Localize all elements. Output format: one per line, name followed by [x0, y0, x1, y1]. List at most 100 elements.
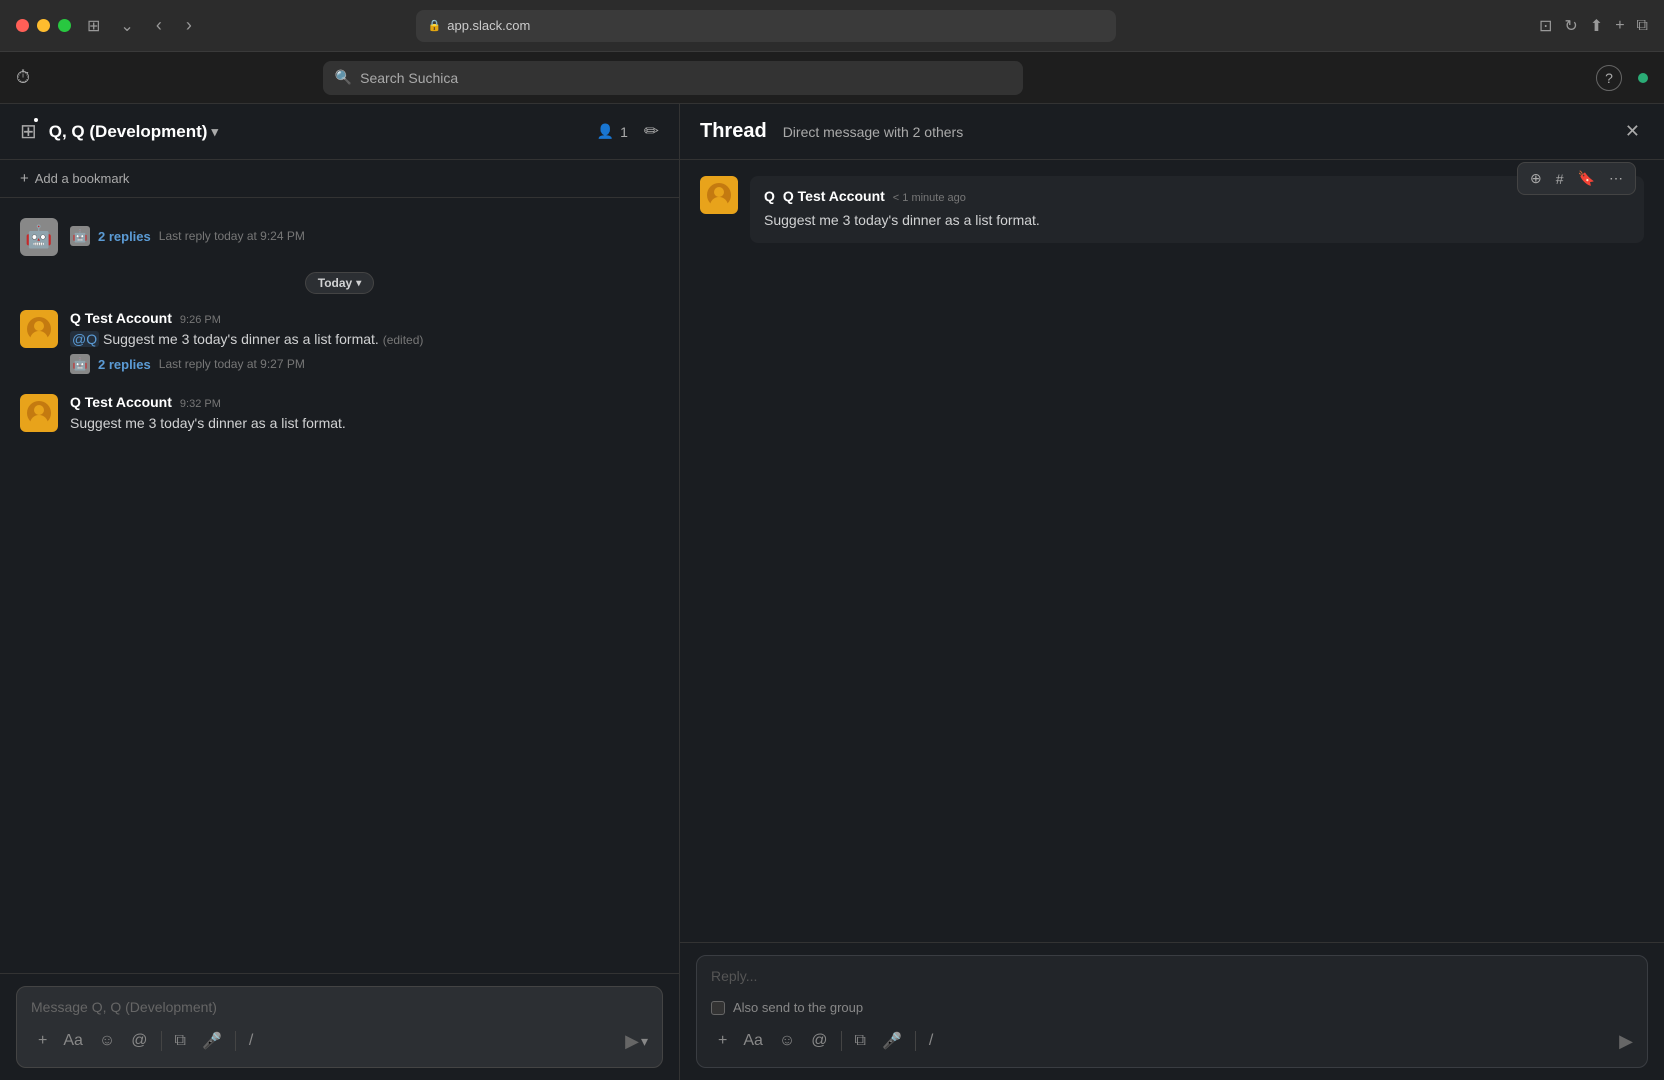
chevron-down-button[interactable]: ⌄	[116, 12, 137, 40]
message-text-1: @Q Suggest me 3 today's dinner as a list…	[70, 329, 659, 350]
message-content-2: Q Test Account 9:32 PM Suggest me 3 toda…	[70, 394, 659, 434]
history-icon[interactable]: ⏱	[16, 67, 30, 88]
thread-message-time: < 1 minute ago	[893, 192, 966, 204]
reply-emoji-button[interactable]: ☺	[772, 1028, 802, 1054]
search-placeholder: Search Suchica	[360, 70, 458, 86]
lock-icon: 🔒	[428, 19, 442, 32]
mention-button[interactable]: @	[124, 1028, 154, 1054]
reply-also-send-row: Also send to the group	[711, 1000, 1633, 1015]
robot-avatar: 🤖	[20, 218, 58, 256]
reply-count-1[interactable]: 2 replies	[98, 357, 151, 372]
edit-button[interactable]: ✏	[644, 121, 659, 142]
also-send-checkbox[interactable]	[711, 1001, 725, 1015]
thread-message-1: ⊕ # 🔖 ⋯ Q Q Test Account < 1 minute ago …	[700, 176, 1644, 243]
reply-toolbar: + Aa ☺ @ ⧉ 🎤 / ▶	[711, 1027, 1633, 1055]
member-count: 1	[620, 124, 628, 140]
share-button[interactable]: ⬆	[1590, 16, 1603, 36]
online-status-indicator	[1638, 73, 1648, 83]
date-chevron-icon: ▾	[356, 278, 361, 289]
screen-share-button[interactable]: ⊡	[1539, 16, 1552, 36]
message-input-area: Message Q, Q (Development) + Aa ☺ @ ⧉ 🎤 …	[0, 973, 679, 1080]
replies-row-1: 🤖 2 replies Last reply today at 9:27 PM	[70, 354, 659, 374]
member-count-button[interactable]: 👤 1	[597, 123, 628, 140]
video-button[interactable]: ⧉	[168, 1028, 193, 1054]
message-author-1: Q Test Account	[70, 310, 172, 326]
replies-row: 🤖 2 replies Last reply today at 9:24 PM	[70, 226, 659, 246]
tabs-button[interactable]: ⧉	[1637, 17, 1648, 35]
message-meta-2: Q Test Account 9:32 PM	[70, 394, 659, 410]
reply-toolbar-divider-2	[915, 1031, 916, 1051]
date-badge[interactable]: Today ▾	[305, 272, 374, 294]
reply-placeholder[interactable]: Reply...	[711, 968, 1633, 984]
slash-button[interactable]: /	[242, 1028, 260, 1054]
channel-chevron-icon: ▾	[211, 124, 218, 140]
message-body-1: Suggest me 3 today's dinner as a list fo…	[99, 331, 379, 347]
titlebar-right: ⊡ ↻ ⬆ + ⧉	[1539, 16, 1648, 36]
more-actions-button[interactable]: ⋯	[1603, 167, 1629, 190]
message-time-1: 9:26 PM	[180, 314, 221, 326]
reply-avatar: 🤖	[70, 226, 90, 246]
reply-plus-button[interactable]: +	[711, 1028, 734, 1054]
message-text-2: Suggest me 3 today's dinner as a list fo…	[70, 413, 659, 434]
send-button[interactable]: ▶	[625, 1031, 639, 1052]
message-input-placeholder[interactable]: Message Q, Q (Development)	[31, 999, 648, 1015]
input-toolbar: + Aa ☺ @ ⧉ 🎤 / ▶ ▾	[31, 1027, 648, 1055]
thread-title: Thread	[700, 120, 767, 143]
add-reaction-button[interactable]: ⊕	[1524, 167, 1548, 190]
reply-mention-button[interactable]: @	[804, 1028, 834, 1054]
reply-avatar-1: 🤖	[70, 354, 90, 374]
new-tab-button[interactable]: +	[1615, 17, 1624, 35]
message-time-2: 9:32 PM	[180, 398, 221, 410]
slack-toolbar-right: ?	[1596, 65, 1648, 91]
date-divider: Today ▾	[20, 272, 659, 294]
thread-message-meta: Q Q Test Account < 1 minute ago	[764, 188, 1630, 204]
plus-button[interactable]: +	[31, 1028, 54, 1054]
reply-mic-button[interactable]: 🎤	[875, 1027, 909, 1055]
thread-reply-box[interactable]: Reply... Also send to the group + Aa ☺ @…	[696, 955, 1648, 1068]
bookmark-message-button[interactable]: 🔖	[1572, 167, 1601, 190]
toolbar-divider-1	[161, 1031, 162, 1051]
address-bar[interactable]: 🔒 app.slack.com	[416, 10, 1116, 42]
reply-count[interactable]: 2 replies	[98, 229, 151, 244]
mac-titlebar: ⊞ ⌄ ‹ › 🔒 app.slack.com ⊡ ↻ ⬆ + ⧉	[0, 0, 1664, 52]
reply-send-button[interactable]: ▶	[1619, 1031, 1633, 1052]
format-button[interactable]: Aa	[56, 1028, 90, 1054]
message-author-2: Q Test Account	[70, 394, 172, 410]
back-button[interactable]: ‹	[150, 11, 168, 40]
reply-video-button[interactable]: ⧉	[848, 1028, 873, 1054]
close-thread-button[interactable]: ✕	[1621, 117, 1644, 146]
thread-message-author-2: Q Test Account	[783, 188, 885, 204]
close-window-button[interactable]	[16, 19, 29, 32]
thread-subtitle: Direct message with 2 others	[783, 124, 1605, 140]
sidebar-icon: ⊞	[20, 119, 37, 144]
thread-panel: Thread Direct message with 2 others ✕ ⊕ …	[680, 104, 1664, 1080]
message-body-2: Suggest me 3 today's dinner as a list fo…	[70, 415, 346, 431]
reply-toolbar-divider-1	[841, 1031, 842, 1051]
refresh-button[interactable]: ↻	[1564, 16, 1577, 36]
channel-title[interactable]: Q, Q (Development) ▾	[49, 122, 218, 142]
mic-button[interactable]: 🎤	[195, 1027, 229, 1055]
search-icon: 🔍	[335, 69, 352, 86]
bookmark-label[interactable]: Add a bookmark	[35, 171, 130, 186]
help-button[interactable]: ?	[1596, 65, 1622, 91]
maximize-window-button[interactable]	[58, 19, 71, 32]
reply-time-1: Last reply today at 9:27 PM	[159, 357, 305, 371]
reply-slash-button[interactable]: /	[922, 1028, 940, 1054]
minimize-window-button[interactable]	[37, 19, 50, 32]
messages-area: 🤖 🤖 2 replies Last reply today at 9:24 P…	[0, 198, 679, 973]
thread-messages: ⊕ # 🔖 ⋯ Q Q Test Account < 1 minute ago …	[680, 160, 1664, 942]
reply-format-button[interactable]: Aa	[736, 1028, 770, 1054]
sidebar-toggle-button[interactable]: ⊞	[83, 12, 104, 40]
add-hashtag-button[interactable]: #	[1550, 168, 1570, 190]
avatar-person-icon-2	[27, 401, 51, 425]
forward-button[interactable]: ›	[180, 11, 198, 40]
search-bar[interactable]: 🔍 Search Suchica	[323, 61, 1023, 95]
message-input-box[interactable]: Message Q, Q (Development) + Aa ☺ @ ⧉ 🎤 …	[16, 986, 663, 1068]
conv-header-actions: 👤 1 ✏	[597, 121, 659, 142]
message-content-1: Q Test Account 9:26 PM @Q Suggest me 3 t…	[70, 310, 659, 374]
send-dropdown-button[interactable]: ▾	[641, 1033, 648, 1050]
robot-icon: 🤖	[25, 224, 52, 250]
url-text: app.slack.com	[447, 18, 530, 33]
emoji-button[interactable]: ☺	[92, 1028, 122, 1054]
thread-message-toolbar: ⊕ # 🔖 ⋯	[1517, 162, 1636, 195]
